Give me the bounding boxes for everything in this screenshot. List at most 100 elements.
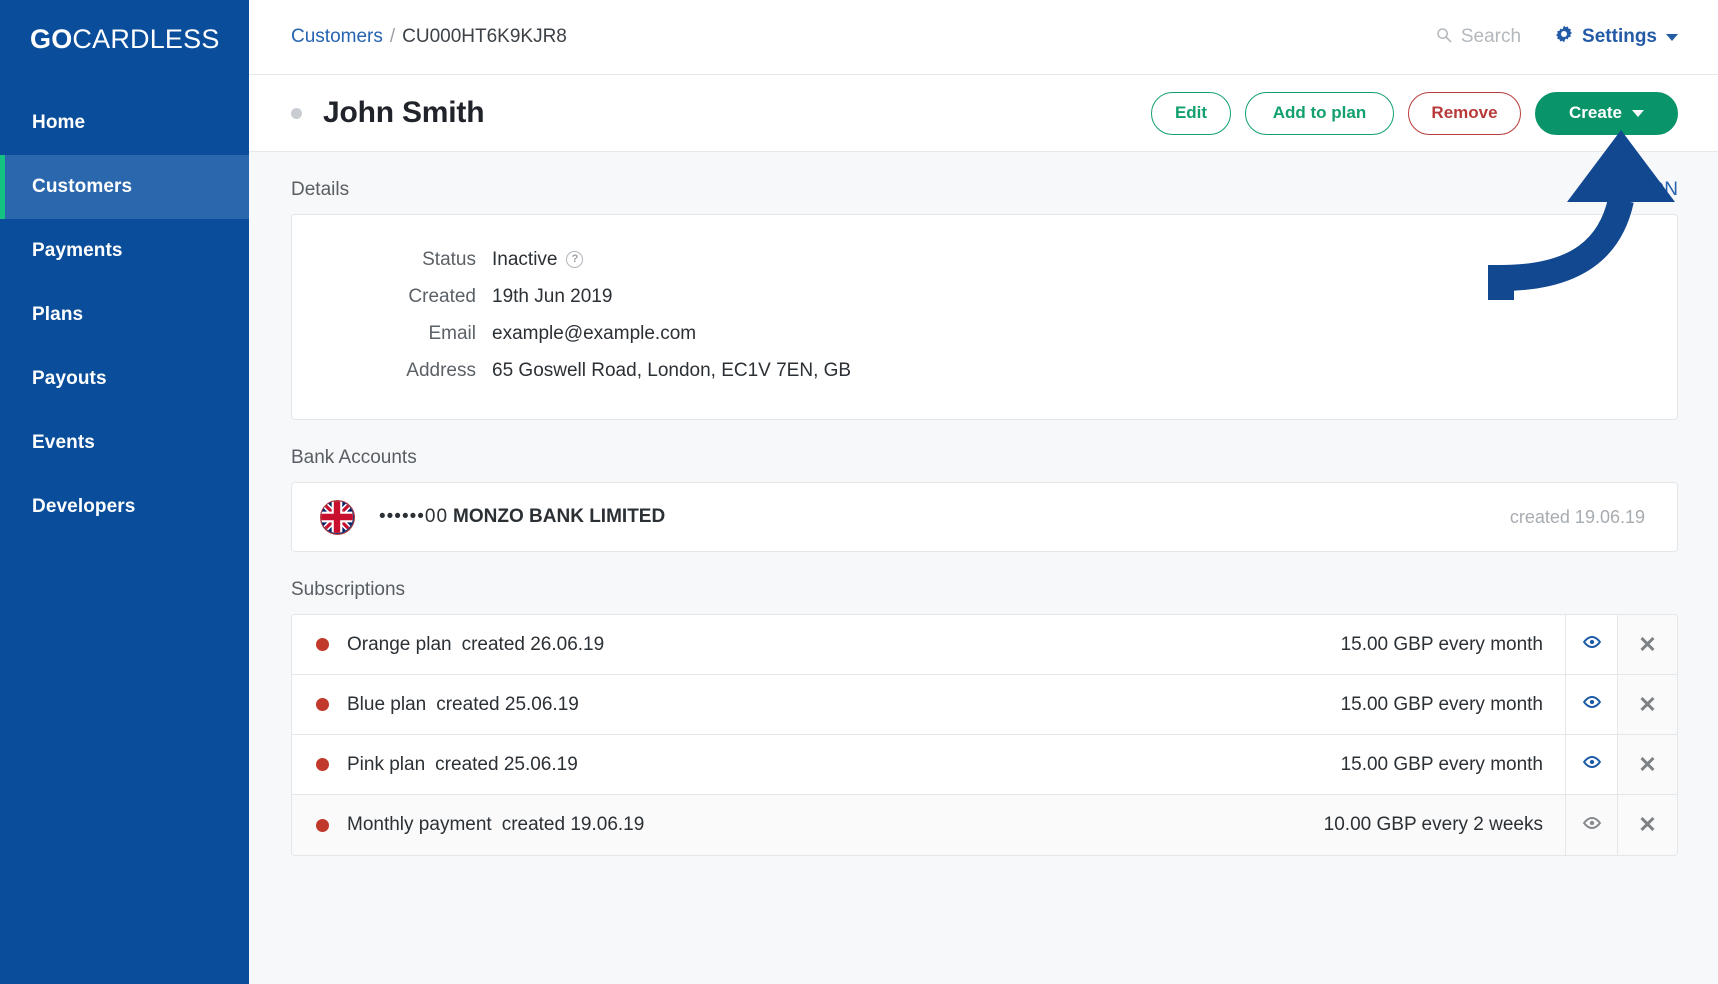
sidebar-item-label: Developers [32,496,136,517]
sidebar: GOCARDLESS Home Customers Payments Plans… [0,0,249,984]
subscription-status-dot [316,638,329,651]
subscription-info: Monthly payment created 19.06.19 10.00 G… [292,795,1565,855]
details-label: Address [406,359,476,381]
sidebar-item-label: Events [32,432,95,453]
chevron-down-icon [1631,109,1644,117]
subscription-cancel-button[interactable]: ✕ [1617,735,1677,794]
breadcrumb-separator: / [389,26,396,47]
brand-logo[interactable]: GOCARDLESS [0,0,249,55]
brand-logo-cardless: CARDLESS [72,24,220,54]
sidebar-item-label: Payouts [32,368,107,389]
chevron-down-icon [1666,33,1678,41]
main-content: Customers / CU000HT6K9KJR8 Search Settings [249,0,1718,984]
sidebar-item-customers[interactable]: Customers [0,155,249,219]
subscription-amount: 15.00 GBP every month [1340,753,1565,776]
subscription-view-button[interactable] [1565,615,1617,674]
top-bar: Customers / CU000HT6K9KJR8 Search Settings [249,0,1718,75]
subscription-name: Pink plan [347,753,426,775]
details-section-title: Details [291,179,350,200]
close-x-icon: ✕ [1638,691,1657,717]
subscription-created: created 25.06.19 [435,753,578,775]
subscription-cancel-button[interactable]: ✕ [1617,795,1677,855]
subscription-row[interactable]: Monthly payment created 19.06.19 10.00 G… [292,795,1677,855]
app-root: GOCARDLESS Home Customers Payments Plans… [0,0,1718,984]
subscription-amount: 15.00 GBP every month [1340,693,1565,716]
details-row-address: Address 65 Goswell Road, London, EC1V 7E… [292,352,1677,389]
subscription-status-dot [316,698,329,711]
close-x-icon: ✕ [1638,812,1657,837]
details-row-email: Email example@example.com [292,315,1677,352]
subscription-row[interactable]: Pink plan created 25.06.19 15.00 GBP eve… [292,735,1677,795]
settings-label: Settings [1582,26,1657,47]
eye-icon [1582,692,1602,717]
remove-button[interactable]: Remove [1408,91,1521,135]
details-value-text: Inactive [492,248,558,270]
subscriptions-section-title: Subscriptions [291,579,406,600]
sidebar-item-home[interactable]: Home [0,91,249,155]
subscription-info: Orange plan created 26.06.19 15.00 GBP e… [292,615,1565,674]
close-x-icon: ✕ [1638,631,1657,657]
bank-account-row[interactable]: ••••••00 MONZO BANK LIMITED created 19.06… [291,482,1678,552]
details-value: example@example.com [492,322,697,344]
details-label: Email [428,322,476,344]
settings-menu-button[interactable]: Settings [1555,25,1678,49]
edit-button[interactable]: Edit [1151,91,1231,135]
question-mark-icon[interactable]: ? [566,251,584,268]
sidebar-item-events[interactable]: Events [0,411,249,475]
header-actions: Edit Add to plan Remove Create [1151,91,1678,135]
details-value: 65 Goswell Road, London, EC1V 7EN, GB [492,359,852,381]
bank-account-name: MONZO BANK LIMITED [453,506,666,527]
json-link[interactable]: JSON [1627,179,1678,201]
sidebar-item-developers[interactable]: Developers [0,475,249,539]
sidebar-item-plans[interactable]: Plans [0,283,249,347]
breadcrumb: Customers / CU000HT6K9KJR8 [291,26,567,48]
subscriptions-list: Orange plan created 26.06.19 15.00 GBP e… [291,614,1678,856]
sidebar-item-label: Home [32,112,86,133]
top-bar-right: Search Settings [1436,25,1678,49]
create-button-label: Create [1569,103,1622,122]
close-x-icon: ✕ [1638,751,1657,777]
eye-icon [1582,752,1602,777]
eye-icon [1582,632,1602,657]
sidebar-nav: Home Customers Payments Plans Payouts Ev… [0,91,249,539]
subscription-name: Orange plan [347,633,452,655]
details-row-created: Created 19th Jun 2019 [292,278,1677,315]
subscription-amount: 15.00 GBP every month [1340,633,1565,656]
subscription-amount: 10.00 GBP every 2 weeks [1323,814,1565,836]
sidebar-item-payments[interactable]: Payments [0,219,249,283]
page-title: John Smith [323,96,485,129]
subscription-name: Blue plan [347,693,427,715]
subscriptions-section-header: Subscriptions [291,579,1678,601]
subscription-view-button[interactable] [1565,795,1617,855]
breadcrumb-link-customers[interactable]: Customers [291,26,383,47]
sidebar-item-label: Customers [32,176,133,197]
add-to-plan-button[interactable]: Add to plan [1245,91,1394,135]
sidebar-item-payouts[interactable]: Payouts [0,347,249,411]
gear-icon [1555,25,1573,49]
create-button[interactable]: Create [1535,91,1678,135]
subscription-cancel-button[interactable]: ✕ [1617,675,1677,734]
sidebar-item-label: Payments [32,240,123,261]
search-input[interactable]: Search [1436,26,1521,48]
bank-account-created: created 19.06.19 [1509,506,1645,527]
details-label: Status [422,248,476,270]
subscription-status-dot [316,758,329,771]
subscription-info: Pink plan created 25.06.19 15.00 GBP eve… [292,735,1565,794]
uk-flag-icon [320,499,355,535]
details-label: Created [408,285,476,307]
subscription-created: created 26.06.19 [461,633,605,655]
subscription-row[interactable]: Blue plan created 25.06.19 15.00 GBP eve… [292,675,1677,735]
bank-account-masked-number: ••••••00 [379,506,449,527]
breadcrumb-current-id: CU000HT6K9KJR8 [402,26,567,47]
bank-accounts-section-title: Bank Accounts [291,447,417,468]
subscription-created: created 19.06.19 [501,814,645,835]
subscription-row[interactable]: Orange plan created 26.06.19 15.00 GBP e… [292,615,1677,675]
bank-account-label: ••••••00 MONZO BANK LIMITED [379,506,665,528]
subscription-cancel-button[interactable]: ✕ [1617,615,1677,674]
subscription-view-button[interactable] [1565,735,1617,794]
details-value: Inactive ? [492,248,584,271]
subscription-view-button[interactable] [1565,675,1617,734]
subscription-created: created 25.06.19 [436,693,579,715]
eye-icon [1582,813,1602,838]
inactive-status-dot [291,107,302,119]
